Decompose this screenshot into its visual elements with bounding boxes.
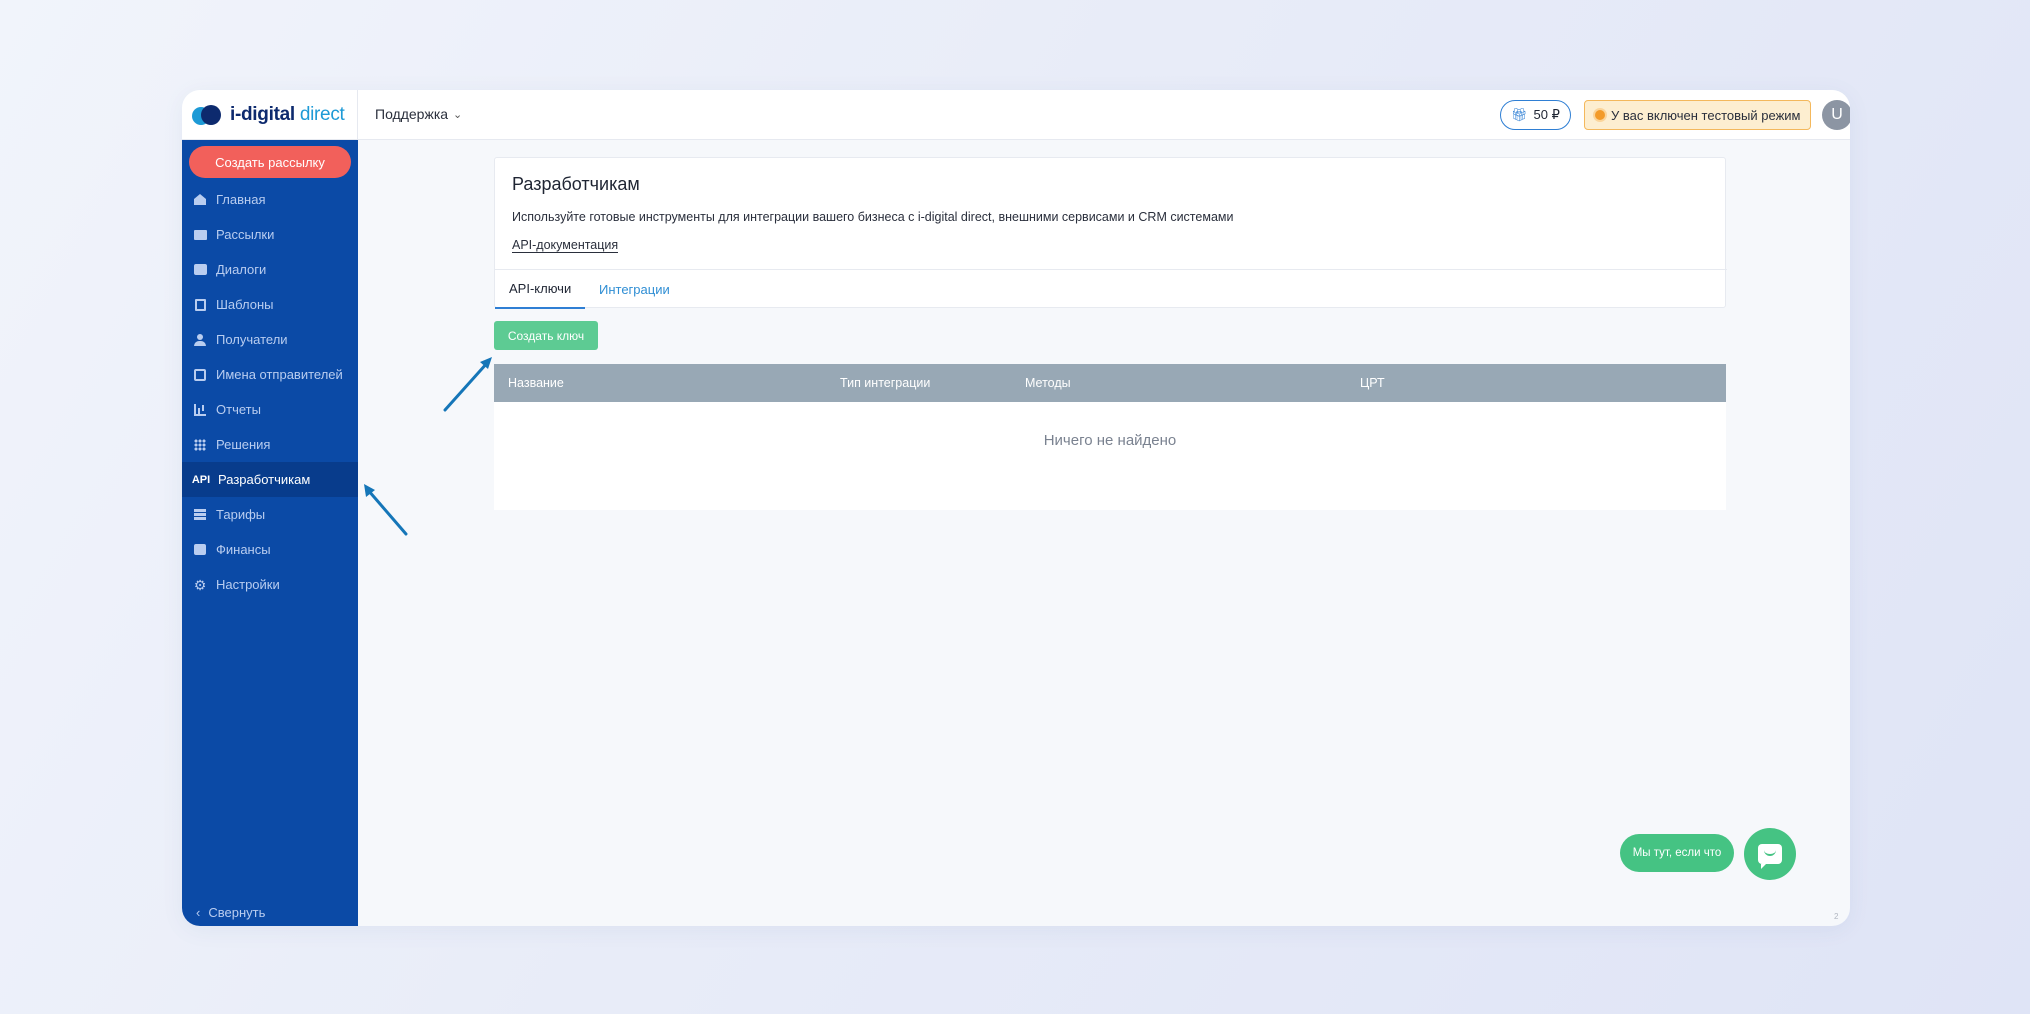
table-icon (193, 508, 207, 522)
sidebar-item-templates[interactable]: Шаблоны (182, 287, 358, 322)
api-icon: API (191, 473, 211, 486)
avatar-letter: U (1831, 106, 1843, 123)
chat-open-button[interactable] (1744, 828, 1796, 880)
avatar[interactable]: U (1822, 100, 1850, 130)
sidebar-item-label: Главная (216, 192, 266, 207)
sidebar-item-developers[interactable]: API Разработчикам (182, 462, 358, 497)
test-mode-text: У вас включен тестовый режим (1611, 107, 1801, 123)
sidebar-item-label: Финансы (216, 542, 271, 557)
warning-dot-icon (1595, 110, 1605, 120)
tab-integrations[interactable]: Интеграции (585, 270, 684, 309)
empty-state-text: Ничего не найдено (1043, 432, 1177, 449)
column-header-crt[interactable]: ЦРТ (1360, 364, 1385, 402)
sidebar-item-recipients[interactable]: Получатели (182, 322, 358, 357)
tabs: API-ключи Интеграции (495, 269, 1727, 309)
sidebar-item-label: Решения (216, 437, 271, 452)
sidebar-item-dialogs[interactable]: Диалоги (182, 252, 358, 287)
gear-icon: ⚙ (193, 576, 207, 593)
balance-value: 50 ₽ (1533, 107, 1560, 122)
developers-card: Разработчикам Используйте готовые инстру… (494, 157, 1727, 309)
sidebar-item-label: Диалоги (216, 262, 267, 277)
sidebar: Создать рассылку Главная Рассылки Диалог… (182, 140, 358, 926)
support-dropdown[interactable]: Поддержка ⌄ (375, 106, 462, 122)
logo-icon (192, 104, 222, 126)
sidebar-item-home[interactable]: Главная (182, 182, 358, 217)
sidebar-item-mailings[interactable]: Рассылки (182, 217, 358, 252)
create-mailing-button[interactable]: Создать рассылку (189, 146, 351, 178)
sidebar-item-label: Шаблоны (216, 297, 274, 312)
page-number: 2 (1834, 912, 1839, 921)
chat-hint-pill[interactable]: Мы тут, если что (1620, 834, 1734, 872)
grid-icon (193, 438, 207, 452)
top-bar: i-digital direct Поддержка ⌄ 🎁︎ 50 ₽ У в… (182, 90, 1850, 140)
logo-text: i-digital direct (230, 104, 345, 125)
sidebar-item-finance[interactable]: Финансы (182, 532, 358, 567)
senders-icon (193, 368, 207, 382)
bar-chart-icon (193, 403, 207, 417)
sidebar-item-solutions[interactable]: Решения (182, 427, 358, 462)
test-mode-badge[interactable]: У вас включен тестовый режим (1584, 100, 1812, 130)
sidebar-item-label: Отчеты (216, 402, 261, 417)
collapse-sidebar-button[interactable]: ‹ Свернуть (196, 905, 265, 920)
page-title: Разработчикам (512, 174, 640, 194)
sidebar-item-label: Настройки (216, 577, 280, 592)
column-header-methods[interactable]: Методы (1025, 364, 1071, 402)
annotation-arrow-create-key (443, 357, 492, 412)
column-header-integration-type[interactable]: Тип интеграции (840, 364, 930, 402)
logo[interactable]: i-digital direct (182, 90, 358, 140)
sidebar-item-sender-names[interactable]: Имена отправителей (182, 357, 358, 392)
sidebar-item-settings[interactable]: ⚙ Настройки (182, 567, 358, 602)
collapse-label: Свернуть (208, 905, 266, 920)
sidebar-nav: Главная Рассылки Диалоги Шаблоны Получат… (182, 182, 358, 602)
gift-icon: 🎁︎ (1511, 107, 1528, 122)
home-icon (193, 193, 207, 207)
template-icon (193, 298, 207, 312)
sidebar-item-label: Получатели (216, 332, 288, 347)
api-docs-link[interactable]: API-документация (512, 238, 619, 253)
sidebar-item-label: Имена отправителей (216, 367, 343, 382)
app-window: i-digital direct Поддержка ⌄ 🎁︎ 50 ₽ У в… (182, 90, 1850, 926)
wallet-icon (193, 543, 207, 557)
column-header-name[interactable]: Название (508, 364, 564, 402)
sidebar-item-label: Разработчикам (218, 472, 311, 487)
sidebar-item-tariffs[interactable]: Тарифы (182, 497, 358, 532)
mail-icon (193, 228, 207, 242)
support-label: Поддержка (375, 106, 449, 122)
chevron-down-icon: ⌄ (453, 108, 463, 121)
chat-bubble-icon (1758, 844, 1782, 869)
api-keys-table: Название Тип интеграции Методы ЦРТ Ничег… (494, 364, 1726, 510)
tab-api-keys[interactable]: API-ключи (495, 270, 586, 309)
chat-icon (193, 263, 207, 277)
create-key-button[interactable]: Создать ключ (494, 321, 598, 350)
balance-badge[interactable]: 🎁︎ 50 ₽ (1500, 100, 1571, 130)
sidebar-item-reports[interactable]: Отчеты (182, 392, 358, 427)
table-header: Название Тип интеграции Методы ЦРТ (494, 364, 1726, 402)
sidebar-item-label: Тарифы (216, 507, 266, 522)
user-icon (193, 333, 207, 347)
page-description: Используйте готовые инструменты для инте… (512, 210, 1234, 224)
annotation-arrow-developers (364, 484, 408, 536)
chevron-left-icon: ‹ (196, 905, 201, 920)
sidebar-item-label: Рассылки (216, 227, 275, 242)
